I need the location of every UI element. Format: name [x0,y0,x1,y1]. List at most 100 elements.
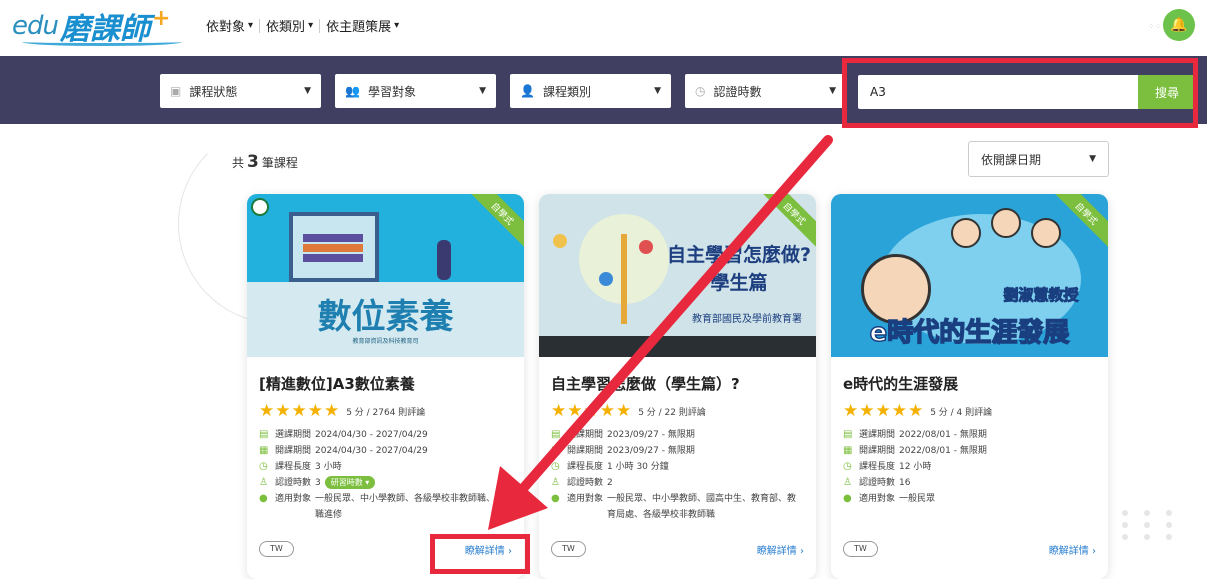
length-label: 課程長度 [567,462,604,472]
hours-label: 認證時數 [567,478,604,488]
clock-icon: ◷ [551,461,560,472]
target-label: 適用對象 [567,494,604,504]
cover-subtitle: 教育部國民及學前教育署 [692,314,802,325]
users-icon: 👥 [345,84,360,98]
dropdown-arrow-icon: ▼ [304,86,311,96]
category-select[interactable]: 👤 課程類別 ▼ [510,74,671,108]
cover-title: 自主學習怎麼做? [666,244,812,266]
course-title[interactable]: [精進數位]A3數位素養 [259,373,512,395]
top-nav: 依對象 ▾ 依類別 ▾ 依主題策展 ▾ [200,16,405,35]
open-period: 2024/04/30 - 2027/04/29 [315,446,428,456]
top-bar: edu 磨課師 + 依對象 ▾ 依類別 ▾ 依主題策展 ▾ ⁘⁘ 🔔 [0,0,1207,56]
dropdown-arrow-icon: ▼ [1089,154,1096,164]
annotation-highlight-search [842,58,1198,128]
enroll-period: 2024/04/30 - 2027/04/29 [315,430,428,440]
language-badge: TW [843,541,878,557]
open-period: 2022/08/01 - 無限期 [899,446,987,456]
length-label: 課程長度 [859,462,896,472]
details-link[interactable]: 瞭解詳情 › [1049,542,1096,557]
rating-text: 5 分 / 22 則評論 [638,407,706,418]
status-select-label: 課程狀態 [189,84,238,99]
result-count-suffix: 筆課程 [261,156,298,170]
logo-edu-text: edu [12,11,59,41]
course-rating: ★★★★★ 5 分 / 22 則評論 [551,401,804,421]
chevron-down-icon: ▾ [248,20,254,31]
logo-swoosh [22,38,182,46]
status-select[interactable]: ▣ 課程狀態 ▼ [160,74,321,108]
clock-icon: ◷ [259,461,268,472]
person-icon: 👤 [520,84,535,98]
clock-icon: ◷ [695,84,706,98]
course-length: 1 小時 30 分鐘 [607,462,669,472]
audience-select-label: 學習對象 [367,84,416,99]
calendar-icon: ▦ [551,445,561,456]
category-select-label: 課程類別 [542,84,591,99]
open-label: 開課期間 [859,446,896,456]
nav-label: 依對象 [206,20,246,35]
calendar-icon: ▤ [259,429,269,440]
target-label: 適用對象 [859,494,896,504]
calendar-icon: ▦ [259,445,269,456]
cert-hours: 16 [899,478,911,488]
rating-text: 5 分 / 4 則評論 [930,407,993,418]
cover-subtitle: 教育部資訊及科技教育司 [352,338,419,345]
nav-by-category[interactable]: 依類別 ▾ [260,16,319,35]
result-count-number: 3 [247,152,259,172]
course-card[interactable]: 數位素養 教育部資訊及科技教育司 自學式 [精進數位]A3數位素養 ★★★★★ … [247,194,524,579]
course-title[interactable]: e時代的生涯發展 [843,373,1096,395]
cover-title: e時代的生涯發展 [869,317,1070,349]
calendar-icon: ▤ [843,429,853,440]
course-title[interactable]: 自主學習怎麼做（學生篇）? [551,373,804,395]
background-dot-pattern [1100,510,1182,540]
open-label: 開課期間 [567,446,604,456]
course-rating: ★★★★★ 5 分 / 2764 則評論 [259,401,512,421]
chevron-down-icon: ▾ [394,20,400,31]
award-icon: ♙ [551,477,560,488]
course-length: 12 小時 [899,462,932,472]
person-icon: ● [259,493,268,504]
course-card[interactable]: 劉淑慧教授 e時代的生涯發展 自學式 e時代的生涯發展 ★★★★★ 5 分 / … [831,194,1108,579]
notification-bell-icon[interactable]: 🔔 [1163,9,1195,41]
target-audience: 一般民眾、中小學教師、各級學校非教師職、在職進修 [315,494,505,520]
award-icon: ♙ [843,477,852,488]
course-cover-image[interactable]: 劉淑慧教授 e時代的生涯發展 自學式 [831,194,1108,357]
dropdown-arrow-icon: ▼ [654,86,661,96]
person-icon: ● [551,493,560,504]
clipboard-icon: ▣ [170,84,182,98]
result-count: 共 3 筆課程 [232,152,298,172]
nav-label: 依主題策展 [326,20,392,35]
target-label: 適用對象 [275,494,312,504]
star-rating-icon: ★★★★★ [843,401,925,421]
site-logo[interactable]: edu 磨課師 + [12,5,182,47]
language-badge: TW [551,541,586,557]
logo-plus-text: + [151,5,171,31]
target-audience: 一般民眾 [899,494,936,504]
nav-label: 依類別 [266,20,306,35]
details-link[interactable]: 瞭解詳情 › [757,542,804,557]
nav-by-theme[interactable]: 依主題策展 ▾ [320,16,405,35]
apps-grid-icon[interactable]: ⁘⁘ [1148,22,1161,31]
language-badge: TW [259,541,294,557]
hours-select-label: 認證時數 [713,84,762,99]
enroll-period: 2023/09/27 - 無限期 [607,430,695,440]
sort-select[interactable]: 依開課日期 ▼ [968,141,1109,177]
audience-select[interactable]: 👥 學習對象 ▼ [335,74,496,108]
study-hours-badge-label: 研習時數 [330,478,363,487]
rating-text: 5 分 / 2764 則評論 [346,407,426,418]
course-cover-image[interactable]: 數位素養 教育部資訊及科技教育司 自學式 [247,194,524,357]
calendar-icon: ▤ [551,429,561,440]
course-card[interactable]: 自主學習怎麼做? 學生篇 教育部國民及學前教育署 自學式 自主學習怎麼做（學生篇… [539,194,816,579]
course-cover-image[interactable]: 自主學習怎麼做? 學生篇 教育部國民及學前教育署 自學式 [539,194,816,357]
length-label: 課程長度 [275,462,312,472]
hours-select[interactable]: ◷ 認證時數 ▼ [685,74,846,108]
course-rating: ★★★★★ 5 分 / 4 則評論 [843,401,1096,421]
cert-hours: 2 [607,478,613,488]
target-audience: 一般民眾、中小學教師、國高中生、教育部、教育局處、各級學校非教師職 [607,494,797,520]
enroll-label: 選課期間 [859,430,896,440]
dropdown-arrow-icon: ▼ [829,86,836,96]
nav-by-audience[interactable]: 依對象 ▾ [200,16,259,35]
result-count-prefix: 共 [232,156,245,170]
study-hours-badge[interactable]: 研習時數 ▾ [324,476,376,489]
cert-hours: 3 [315,478,321,488]
star-rating-icon: ★★★★★ [259,401,341,421]
